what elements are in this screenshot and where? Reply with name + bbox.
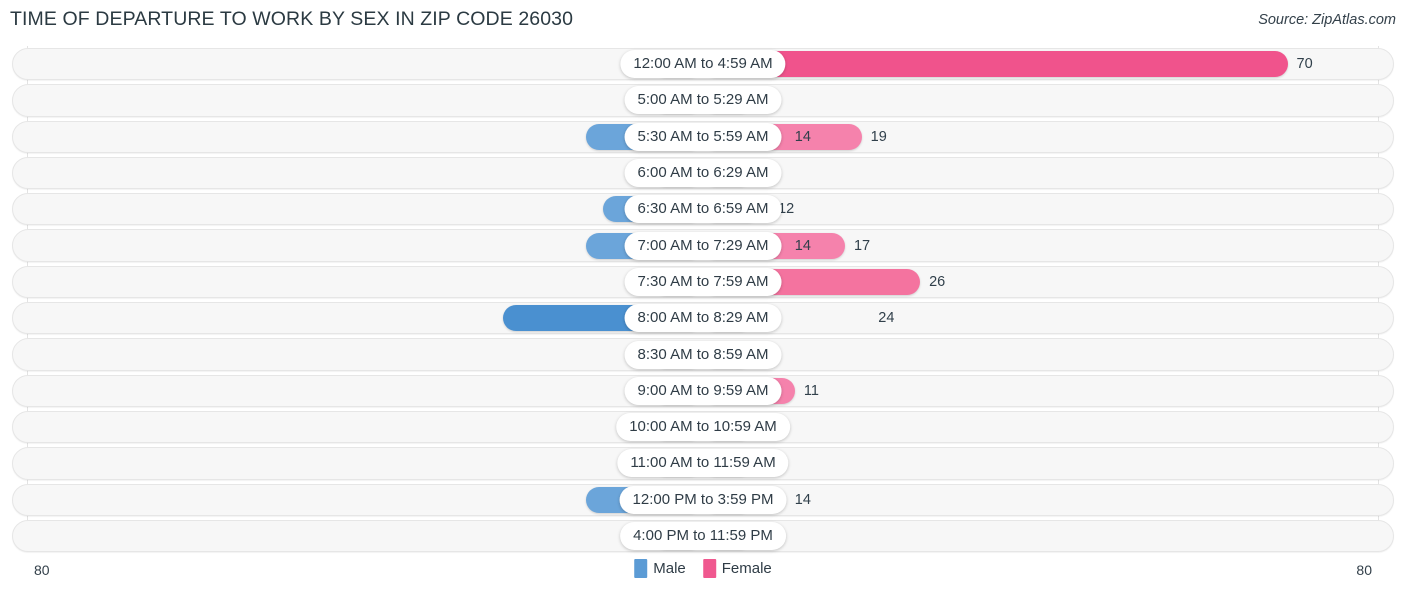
bar-row: 008:30 AM to 8:59 AM — [0, 336, 1406, 372]
value-label-female: 26 — [929, 273, 946, 290]
value-label-male: 14 — [794, 237, 811, 254]
category-label: 8:00 AM to 8:29 AM — [624, 304, 782, 333]
bar-row: 3267:30 AM to 7:59 AM — [0, 264, 1406, 300]
legend-label-female: Female — [721, 560, 772, 577]
bar-row: 14 17 7:00 AM to 7:29 AM — [0, 227, 1406, 263]
bar-layer: 0210:00 AM to 10:59 AM — [0, 409, 1406, 445]
bar-row: 565:00 AM to 5:29 AM — [0, 82, 1406, 118]
bar-layer: 2111:00 AM to 11:59 AM — [0, 445, 1406, 481]
category-label: 5:00 AM to 5:29 AM — [624, 86, 782, 115]
category-label: 6:30 AM to 6:59 AM — [624, 195, 782, 224]
bar-row: 1276:30 AM to 6:59 AM — [0, 191, 1406, 227]
bar-row: 3119:00 AM to 9:59 AM — [0, 373, 1406, 409]
bar-layer: 326:00 AM to 6:29 AM — [0, 155, 1406, 191]
category-label: 11:00 AM to 11:59 AM — [617, 449, 789, 478]
bar-layer: 524:00 PM to 11:59 PM — [0, 518, 1406, 554]
bar-row: 2428:00 AM to 8:29 AM — [0, 300, 1406, 336]
bar-layer: 67012:00 AM to 4:59 AM — [0, 46, 1406, 82]
bar-row: 2111:00 AM to 11:59 AM — [0, 445, 1406, 481]
bar-layer: 14 19 5:30 AM to 5:59 AM — [0, 119, 1406, 155]
category-label: 9:00 AM to 9:59 AM — [624, 376, 782, 405]
bar-layer: 1276:30 AM to 6:59 AM — [0, 191, 1406, 227]
value-label-male: 14 — [794, 491, 811, 508]
category-label: 12:00 PM to 3:59 PM — [619, 485, 787, 514]
bar-rows: 67012:00 AM to 4:59 AM565:00 AM to 5:29 … — [0, 46, 1406, 554]
value-label-female: 11 — [803, 382, 819, 399]
legend-label-male: Male — [653, 560, 686, 577]
bar-layer: 3119:00 AM to 9:59 AM — [0, 373, 1406, 409]
category-label: 4:00 PM to 11:59 PM — [620, 522, 786, 550]
value-label-female: 70 — [1296, 55, 1313, 72]
category-label: 12:00 AM to 4:59 AM — [620, 50, 786, 79]
value-label-male: 14 — [794, 128, 811, 145]
plot-area: 67012:00 AM to 4:59 AM565:00 AM to 5:29 … — [0, 46, 1406, 553]
bar-female[interactable] — [703, 51, 1288, 78]
bar-row: 524:00 PM to 11:59 PM — [0, 518, 1406, 554]
legend-item-female[interactable]: Female — [702, 559, 772, 578]
legend-swatch-male — [634, 559, 648, 578]
chart-header: TIME OF DEPARTURE TO WORK BY SEX IN ZIP … — [0, 0, 1406, 42]
value-label-female: 17 — [853, 237, 871, 254]
chart-footer: 80 80 Male Female — [0, 554, 1406, 594]
bar-row: 67012:00 AM to 4:59 AM — [0, 46, 1406, 82]
bar-layer: 2428:00 AM to 8:29 AM — [0, 300, 1406, 336]
category-label: 8:30 AM to 8:59 AM — [624, 340, 782, 369]
category-label: 10:00 AM to 10:59 AM — [616, 413, 790, 442]
category-label: 5:30 AM to 5:59 AM — [624, 122, 782, 151]
page-title: TIME OF DEPARTURE TO WORK BY SEX IN ZIP … — [10, 8, 574, 30]
bar-row: 326:00 AM to 6:29 AM — [0, 155, 1406, 191]
category-label: 6:00 AM to 6:29 AM — [624, 159, 782, 188]
bar-row: 14412:00 PM to 3:59 PM — [0, 482, 1406, 518]
category-label: 7:00 AM to 7:29 AM — [624, 231, 782, 260]
bar-row: 0210:00 AM to 10:59 AM — [0, 409, 1406, 445]
value-label-female: 19 — [870, 128, 887, 145]
chart-root: TIME OF DEPARTURE TO WORK BY SEX IN ZIP … — [0, 0, 1406, 594]
legend-item-male[interactable]: Male — [634, 559, 686, 578]
bar-layer: 3267:30 AM to 7:59 AM — [0, 264, 1406, 300]
bar-layer: 14 17 7:00 AM to 7:29 AM — [0, 227, 1406, 263]
category-label: 7:30 AM to 7:59 AM — [624, 267, 782, 296]
bar-layer: 008:30 AM to 8:59 AM — [0, 336, 1406, 372]
chart-legend: Male Female — [634, 559, 772, 578]
bar-layer: 565:00 AM to 5:29 AM — [0, 82, 1406, 118]
bar-layer: 14412:00 PM to 3:59 PM — [0, 482, 1406, 518]
legend-swatch-female — [702, 559, 716, 578]
source-attribution: Source: ZipAtlas.com — [1258, 12, 1396, 28]
bar-row: 14 19 5:30 AM to 5:59 AM — [0, 119, 1406, 155]
axis-max-left: 80 — [34, 562, 50, 578]
axis-max-right: 80 — [1356, 562, 1372, 578]
value-label-male: 24 — [878, 309, 895, 326]
